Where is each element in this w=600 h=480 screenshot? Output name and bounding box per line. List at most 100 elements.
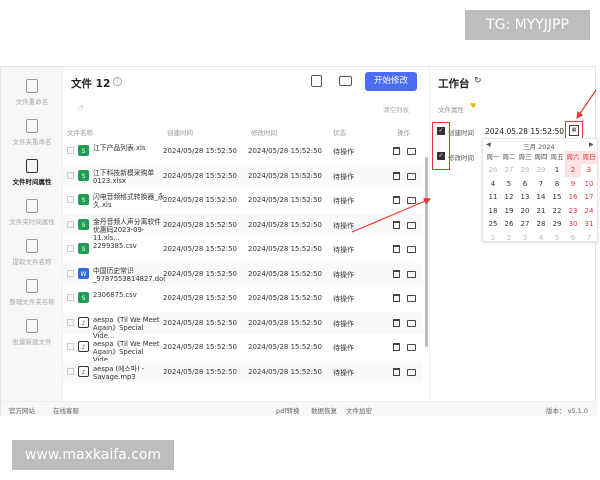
restore-icon[interactable]: ↺ (77, 104, 84, 113)
calendar-day[interactable]: 10 (581, 178, 597, 191)
folder-icon[interactable] (407, 270, 416, 278)
table-row[interactable]: ♪aespa《Til We Meet Again》Special Vide...… (63, 311, 423, 340)
calendar-day[interactable]: 17 (581, 191, 597, 204)
clear-list-button[interactable]: 清空列表 (383, 104, 409, 114)
sidebar-item[interactable]: 提取文件名称 (1, 239, 63, 279)
calendar-day[interactable]: 24 (581, 205, 597, 218)
calendar-day[interactable]: 26 (485, 164, 501, 177)
calendar-day[interactable]: 3 (517, 232, 533, 245)
calendar-day[interactable]: 18 (485, 205, 501, 218)
sidebar-item[interactable]: 文件时间属性 (1, 159, 63, 199)
folder-icon[interactable] (407, 344, 416, 351)
calendar-day[interactable]: 8 (549, 178, 565, 191)
row-checkbox[interactable] (67, 367, 74, 375)
calendar-day[interactable]: 29 (533, 164, 549, 177)
add-file-icon[interactable] (311, 75, 322, 87)
add-folder-icon[interactable] (339, 76, 352, 86)
delete-icon[interactable] (393, 171, 400, 180)
refresh-icon[interactable]: ↻ (474, 76, 482, 86)
delete-icon[interactable] (393, 318, 400, 327)
folder-icon[interactable] (407, 197, 416, 204)
datetime-input[interactable]: 2024.05.28 15:52:50 (485, 127, 564, 136)
sidebar-item[interactable]: 整理文件夹名称 (1, 279, 63, 319)
folder-icon[interactable] (407, 246, 416, 253)
calendar-day[interactable]: 4 (485, 178, 501, 191)
row-checkbox[interactable] (67, 343, 74, 350)
table-row[interactable]: ♪ aespa (에스파) - Savage.mp3 2024/05/28 15:5… (63, 360, 423, 383)
calendar-day[interactable]: 16 (565, 191, 581, 204)
delete-icon[interactable] (393, 220, 400, 229)
calendar-day[interactable]: 11 (485, 191, 501, 204)
calendar-day[interactable]: 30 (565, 218, 581, 231)
calendar-day[interactable]: 15 (549, 191, 565, 204)
calendar-day[interactable]: 13 (517, 191, 533, 204)
folder-icon[interactable] (407, 221, 416, 229)
sidebar-item[interactable]: 文件夹时间属性 (1, 199, 63, 239)
delete-icon[interactable] (393, 294, 400, 302)
row-checkbox[interactable] (67, 294, 74, 301)
calendar-day[interactable]: 6 (517, 178, 533, 191)
delete-icon[interactable] (393, 269, 400, 278)
delete-icon[interactable] (393, 343, 400, 351)
folder-icon[interactable] (407, 172, 416, 180)
sidebar-item[interactable]: 文件夹重命名 (1, 119, 63, 159)
calendar-day[interactable]: 4 (533, 232, 549, 245)
calendar-day[interactable]: 9 (565, 178, 581, 191)
prev-month-icon[interactable]: ◀ (486, 141, 491, 148)
calendar-day[interactable]: 27 (517, 218, 533, 231)
calendar-day[interactable]: 31 (581, 218, 597, 231)
row-checkbox[interactable] (67, 318, 74, 326)
calendar-day[interactable]: 25 (485, 218, 501, 231)
calendar-day[interactable]: 7 (581, 232, 597, 245)
calendar-day[interactable]: 29 (549, 218, 565, 231)
table-row[interactable]: S 闪电音频格式转换器_永久.xls 2024/05/28 15:52:50 2024… (63, 189, 423, 211)
delete-icon[interactable] (393, 196, 400, 204)
table-row[interactable]: ♪aespa《Til We Meet Again》Special Vide...… (63, 336, 423, 364)
file-encrypt-link[interactable]: 文件加密 (346, 405, 372, 415)
next-month-icon[interactable]: ▶ (589, 141, 594, 148)
table-row[interactable]: S 江下科技新模采购单0123.xlsx 2024/05/28 15:52:50 20… (63, 164, 423, 187)
folder-icon[interactable] (407, 319, 416, 327)
row-checkbox[interactable] (67, 245, 74, 252)
table-row[interactable]: S 2299385.csv 2024/05/28 15:52:50 2024/05/2… (63, 238, 423, 260)
row-checkbox[interactable] (67, 220, 74, 228)
delete-icon[interactable] (393, 367, 400, 376)
calendar-day[interactable]: 26 (501, 218, 517, 231)
row-checkbox[interactable] (67, 147, 74, 154)
calendar-day[interactable]: 1 (485, 232, 501, 245)
official-site-link[interactable]: 官方网站 (9, 405, 35, 415)
folder-icon[interactable] (407, 295, 416, 302)
calendar-day[interactable]: 27 (501, 164, 517, 177)
calendar-day[interactable]: 19 (501, 205, 517, 218)
table-row[interactable]: S 江下产品列表.xls 2024/05/28 15:52:50 2024/05/28… (63, 140, 423, 162)
start-modify-button[interactable]: 开始修改 (365, 72, 417, 91)
online-service-link[interactable]: 在线客服 (53, 405, 79, 415)
delete-icon[interactable] (393, 147, 400, 155)
calendar-day[interactable]: 28 (517, 164, 533, 177)
calendar-day[interactable]: 20 (517, 205, 533, 218)
calendar-day[interactable]: 28 (533, 218, 549, 231)
calendar-day[interactable]: 5 (501, 178, 517, 191)
row-checkbox[interactable] (67, 269, 74, 277)
calendar-day[interactable]: 21 (533, 205, 549, 218)
calendar-day[interactable]: 1 (549, 164, 565, 177)
calendar-day[interactable]: 7 (533, 178, 549, 191)
row-checkbox[interactable] (67, 196, 74, 203)
calendar-day[interactable]: 3 (581, 164, 597, 177)
pdf-convert-link[interactable]: pdf转换 (276, 405, 300, 415)
sidebar-item[interactable]: 批量新建文件 (1, 319, 63, 359)
delete-icon[interactable] (393, 245, 400, 253)
help-icon[interactable]: ? (113, 77, 122, 86)
table-row[interactable]: W 中国历史常识_9787553814827.docx 2024/05/28 15:… (63, 262, 423, 285)
table-row[interactable]: S 金丹音频人声分离软件优惠码2023-09-11.xls... 2024/05/2… (63, 213, 423, 242)
calendar-day[interactable]: 2 (501, 232, 517, 245)
calendar-day[interactable]: 23 (565, 205, 581, 218)
calendar-day[interactable]: 14 (533, 191, 549, 204)
calendar-day[interactable]: 12 (501, 191, 517, 204)
calendar-day[interactable]: 6 (565, 232, 581, 245)
row-checkbox[interactable] (67, 171, 74, 179)
folder-icon[interactable] (407, 368, 416, 376)
data-recovery-link[interactable]: 数据恢复 (311, 405, 337, 415)
table-row[interactable]: S 2306875.csv 2024/05/28 15:52:50 2024/05/2… (63, 287, 423, 309)
calendar-day[interactable]: 22 (549, 205, 565, 218)
